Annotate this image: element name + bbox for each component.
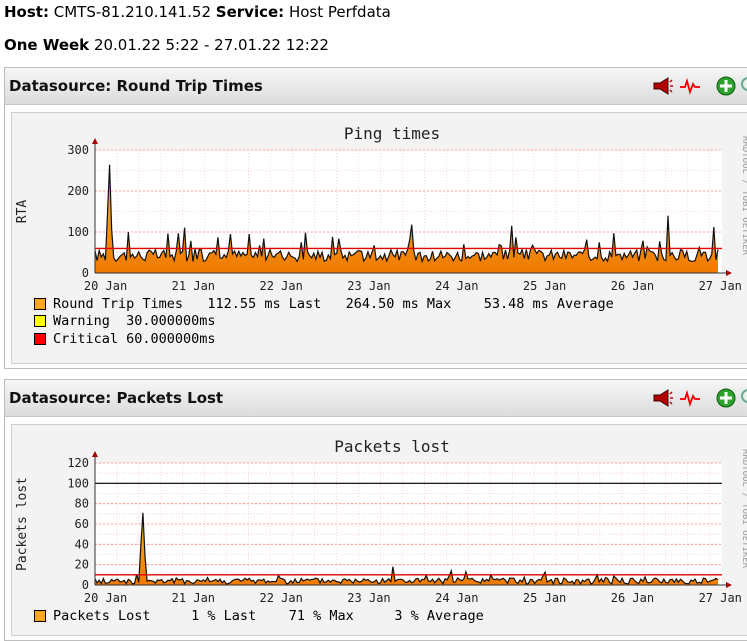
alert-horn-icon[interactable] [651,387,673,409]
y-tick-label: 100 [67,476,89,490]
x-tick-label: 25 Jan [523,279,566,293]
chart-legend: Round Trip Times 112.55 ms Last 264.50 m… [34,295,614,348]
panel-title: Datasource: Packets Lost [9,389,224,407]
y-tick-label: 300 [67,143,89,157]
y-axis-label: RTA [15,200,30,224]
x-axis-arrow [726,270,732,276]
host-value: CMTS-81.210.141.52 [53,3,212,21]
service-label: Service: [215,3,285,21]
legend-text: Round Trip Times 112.55 ms Last 264.50 m… [53,295,614,312]
y-tick-label: 120 [67,456,89,470]
legend-swatch [34,332,46,345]
x-tick-label: 26 Jan [611,279,654,293]
legend-text: Critical 60.000000ms [53,330,216,347]
x-tick-label: 27 Jan [699,279,742,293]
host-label: Host: [4,3,49,21]
service-value: Host Perfdata [288,3,391,21]
ping-times-chart: Ping times RTA RRDTOOL / TOBI OETIKER 0 100 2… [15,124,747,293]
add-icon[interactable] [715,387,737,409]
y-tick-label: 60 [75,517,89,531]
panel-packets-lost: Datasource: Packets Lost Packets lost Pac… [4,379,747,641]
y-tick-label: 80 [75,497,89,511]
rrd-watermark: RRDTOOL / TOBI OETIKER [740,136,747,256]
chart-title: Ping times [344,124,440,143]
y-tick-label: 40 [75,537,89,551]
panel-title: Datasource: Round Trip Times [9,77,263,95]
legend-row: Warning 30.000000ms [34,313,614,331]
legend-row: Packets Lost 1 % Last 71 % Max 3 % Avera… [34,607,484,625]
rrd-watermark: RRDTOOL / TOBI OETIKER [740,449,747,569]
graph-frame: Packets lost Packets lost RRDTOOL / TOBI O… [11,424,747,636]
legend-text: Packets Lost 1 % Last 71 % Max 3 % Avera… [53,607,484,624]
period-label: One Week [4,36,90,54]
y-tick-label: 0 [82,266,89,280]
panel-round-trip-times: Datasource: Round Trip Times Ping times R… [4,67,747,369]
heartbeat-icon[interactable] [679,387,701,409]
alert-horn-icon[interactable] [651,75,673,97]
packets-lost-chart: Packets lost Packets lost RRDTOOL / TOBI O… [15,437,747,605]
y-tick-label: 100 [67,225,89,239]
graph-frame: Ping times RTA RRDTOOL / TOBI OETIKER 0 100 2… [11,112,747,364]
x-tick-label: 21 Jan [172,279,215,293]
x-tick-label: 20 Jan [84,591,127,605]
x-tick-label: 23 Jan [347,591,390,605]
zoom-icon[interactable] [739,387,747,409]
host-service-line: Host: CMTS-81.210.141.52 Service: Host P… [4,3,391,21]
x-tick-label: 25 Jan [523,591,566,605]
x-tick-label: 24 Jan [435,591,478,605]
x-tick-label: 22 Jan [259,279,302,293]
panel-header: Datasource: Packets Lost [5,380,747,417]
panel-header: Datasource: Round Trip Times [5,68,747,105]
x-tick-label: 20 Jan [84,279,127,293]
heartbeat-icon[interactable] [679,75,701,97]
x-tick-label: 26 Jan [611,591,654,605]
chart-legend: Packets Lost 1 % Last 71 % Max 3 % Avera… [34,607,484,625]
x-tick-label: 21 Jan [172,591,215,605]
x-axis-arrow [726,582,732,588]
legend-swatch [34,297,46,310]
y-axis-label: Packets lost [15,477,30,571]
period-line: One Week 20.01.22 5:22 - 27.01.22 12:22 [4,36,329,54]
y-tick-label: 0 [82,578,89,592]
y-axis-arrow [92,451,98,457]
legend-row: Round Trip Times 112.55 ms Last 264.50 m… [34,295,614,313]
y-tick-label: 20 [75,558,89,572]
x-tick-label: 24 Jan [435,279,478,293]
chart-title: Packets lost [334,437,450,456]
legend-text: Warning 30.000000ms [53,313,216,330]
zoom-icon[interactable] [739,75,747,97]
legend-swatch [34,609,46,622]
x-tick-label: 23 Jan [347,279,390,293]
add-icon[interactable] [715,75,737,97]
x-tick-label: 27 Jan [699,591,742,605]
y-tick-label: 200 [67,184,89,198]
legend-row: Critical 60.000000ms [34,330,614,348]
legend-swatch [34,315,46,328]
x-tick-label: 22 Jan [259,591,302,605]
y-axis-arrow [92,138,98,144]
period-value: 20.01.22 5:22 - 27.01.22 12:22 [93,36,329,54]
